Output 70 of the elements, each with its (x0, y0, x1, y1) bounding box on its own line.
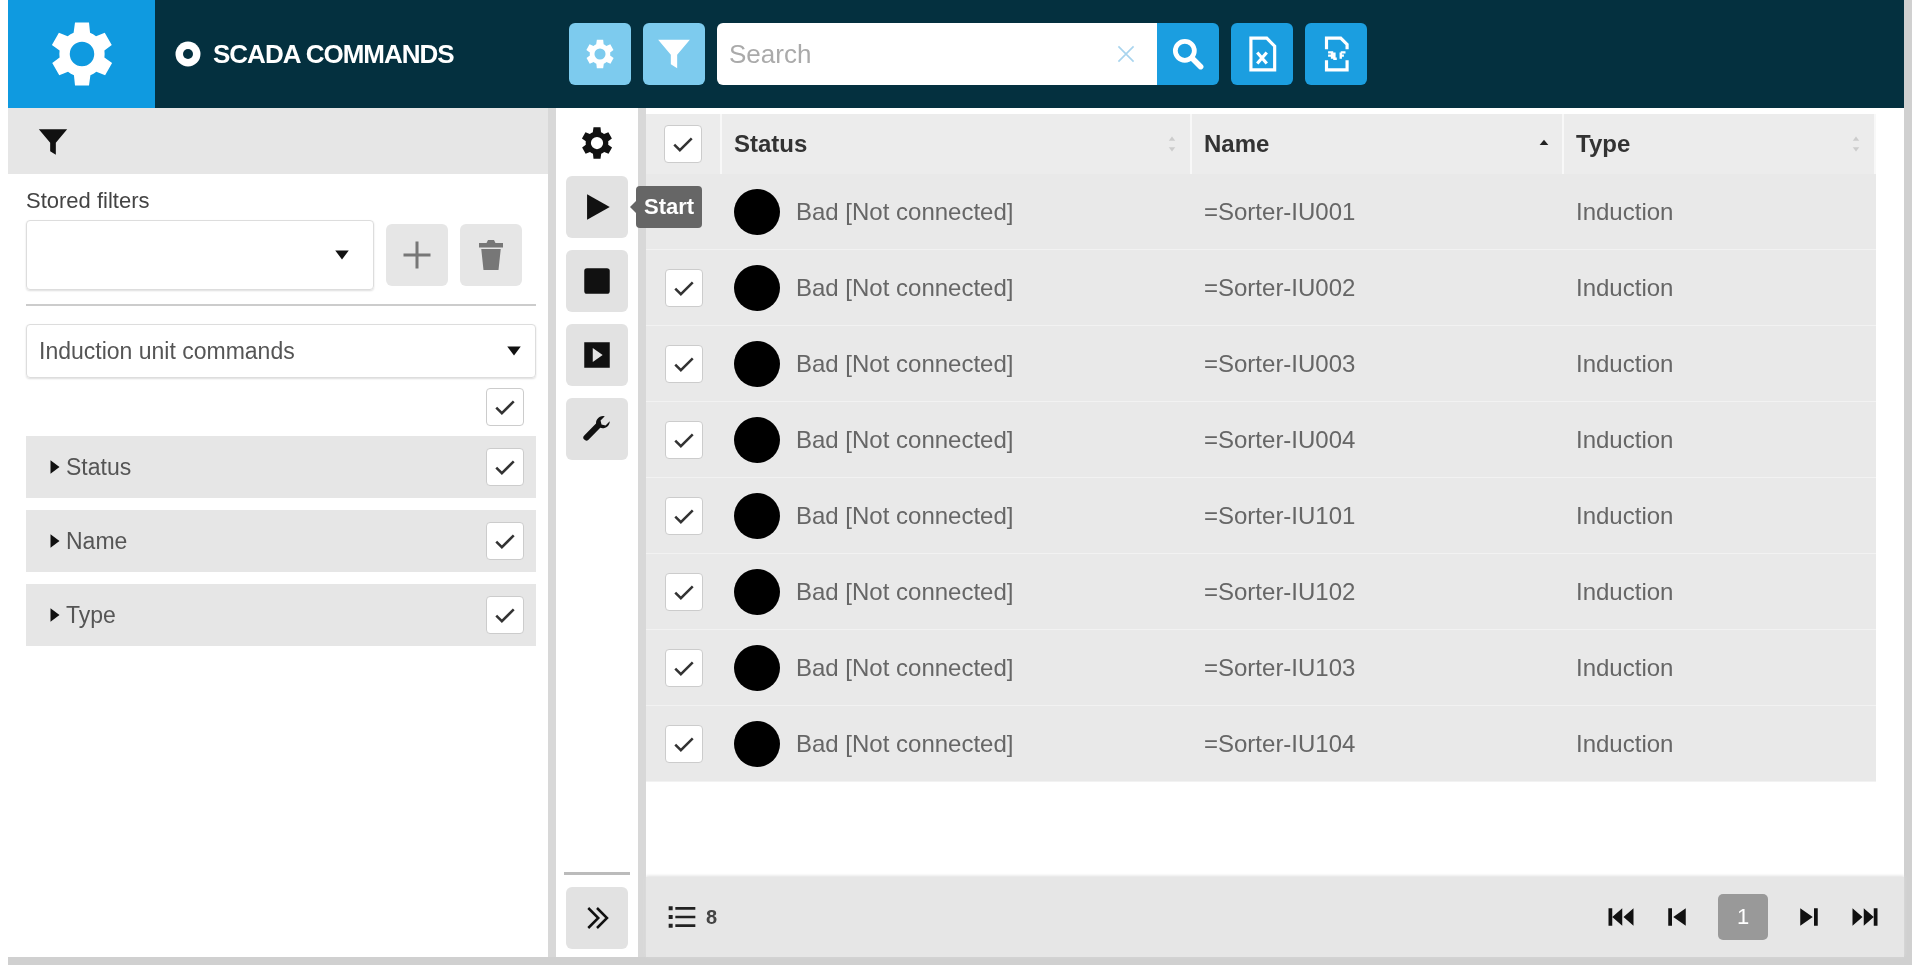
column-header[interactable]: Status (722, 114, 1192, 174)
export-pdf-button[interactable] (1305, 23, 1367, 85)
table-cell: =Sorter-IU104 (1204, 729, 1356, 758)
checkbox[interactable] (665, 572, 703, 611)
table-cell: =Sorter-IU102 (1204, 577, 1356, 606)
delete-button[interactable] (460, 224, 522, 286)
field-name: Status (66, 453, 133, 481)
app-title: SCADA COMMANDS (213, 38, 455, 70)
status-text: Bad [Not connected] (796, 501, 1014, 530)
stop-button[interactable] (566, 250, 628, 312)
column-header[interactable]: Type (1564, 114, 1876, 174)
step-button[interactable] (566, 324, 628, 386)
checkbox[interactable] (486, 596, 524, 634)
status-text: Bad [Not connected] (796, 425, 1014, 454)
table-cell: Induction (1576, 577, 1674, 606)
table-cell: =Sorter-IU004 (1204, 425, 1356, 454)
table-cell: Induction (1576, 197, 1674, 226)
status-text: Bad [Not connected] (796, 729, 1014, 758)
tooltip: Start (630, 186, 703, 228)
checkbox[interactable] (486, 448, 524, 486)
table-row[interactable]: Bad [Not connected] =Sorter-IU103 Induction (646, 630, 1876, 706)
radio-dot-icon (173, 39, 203, 69)
table-row[interactable]: Bad [Not connected] =Sorter-IU104 Induction (646, 706, 1876, 782)
checkbox[interactable] (665, 648, 703, 687)
table-cell: Induction (1576, 273, 1674, 302)
status-text: Bad [Not connected] (796, 197, 1014, 226)
field-row[interactable]: Status (26, 436, 536, 498)
add-button[interactable] (386, 224, 448, 286)
status-text: Bad [Not connected] (796, 653, 1014, 682)
table-row[interactable]: Bad [Not connected] =Sorter-IU002 Induction (646, 250, 1876, 326)
checkbox[interactable] (486, 388, 524, 426)
table-cell: Induction (1576, 653, 1674, 682)
table-cell: =Sorter-IU103 (1204, 653, 1356, 682)
checkbox[interactable] (665, 344, 703, 383)
search-button[interactable] (1157, 23, 1219, 85)
status-text: Bad [Not connected] (796, 349, 1014, 378)
table-cell: =Sorter-IU001 (1204, 197, 1356, 226)
status-text: Bad [Not connected] (796, 577, 1014, 606)
table-row[interactable]: Bad [Not connected] =Sorter-IU102 Induction (646, 554, 1876, 630)
checkbox[interactable] (665, 420, 703, 459)
checkbox[interactable] (665, 724, 703, 763)
page-button[interactable]: 1 (1718, 894, 1768, 940)
table-row[interactable]: Bad [Not connected] =Sorter-IU101 Induction (646, 478, 1876, 554)
field-label: Stored filters (26, 188, 151, 214)
export-excel-button[interactable] (1231, 23, 1293, 85)
field-name: Type (66, 601, 117, 629)
table-cell: Induction (1576, 349, 1674, 378)
table-cell: Induction (1576, 425, 1674, 454)
checkbox[interactable] (665, 268, 703, 307)
table-cell: =Sorter-IU003 (1204, 349, 1356, 378)
tools-button[interactable] (566, 398, 628, 460)
row-count: 8 (706, 905, 718, 929)
table-cell: =Sorter-IU101 (1204, 501, 1356, 530)
checkbox[interactable] (486, 522, 524, 560)
table-row[interactable]: Bad [Not connected] =Sorter-IU003 Induction (646, 326, 1876, 402)
status-text: Bad [Not connected] (796, 273, 1014, 302)
field-row[interactable]: Type (26, 584, 536, 646)
table-cell: Induction (1576, 729, 1674, 758)
table-cell: =Sorter-IU002 (1204, 273, 1356, 302)
column-header[interactable]: Name (1192, 114, 1564, 174)
field-row[interactable]: Name (26, 510, 536, 572)
checkbox[interactable] (664, 125, 702, 163)
table-cell: Induction (1576, 501, 1674, 530)
expand-button[interactable] (566, 887, 628, 949)
checkbox[interactable] (665, 496, 703, 535)
tooltip-pointer-icon (630, 201, 636, 213)
search-field[interactable]: Search (717, 23, 1157, 85)
table-row[interactable]: Bad [Not connected] =Sorter-IU004 Induction (646, 402, 1876, 478)
field-name: Name (66, 527, 129, 555)
command-set-dropdown[interactable]: Induction unit commands (26, 324, 536, 378)
